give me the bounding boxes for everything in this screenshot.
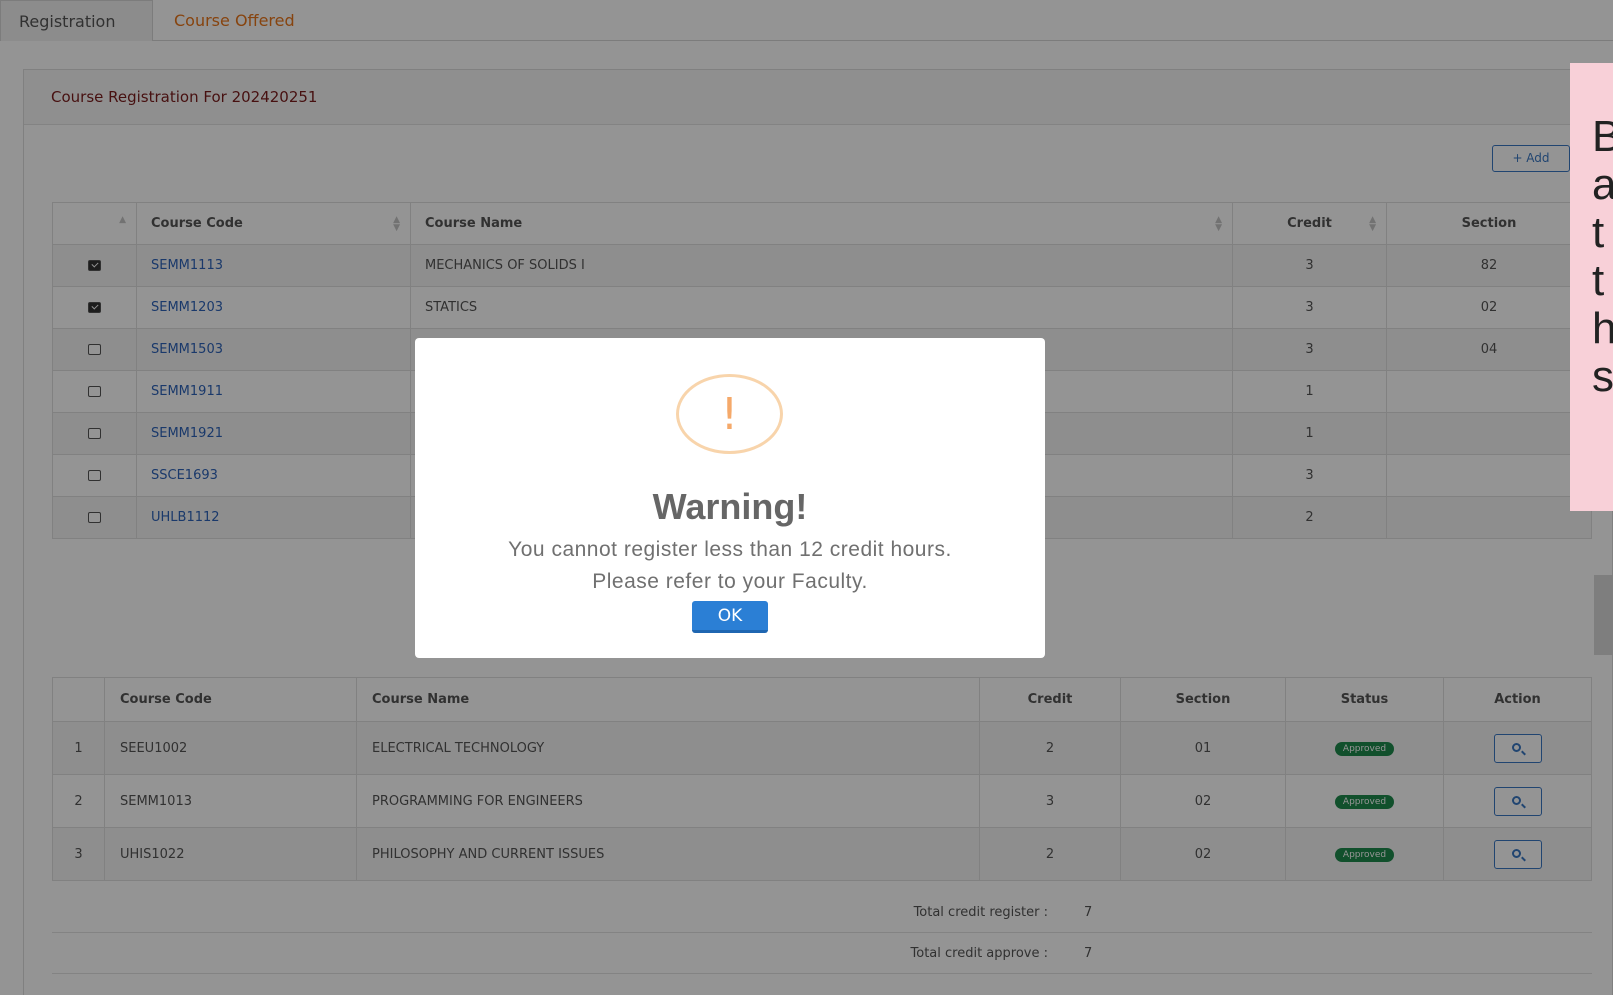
ok-button[interactable]: OK [692, 601, 768, 633]
warning-dialog: ! Warning! You cannot register less than… [415, 338, 1045, 658]
dialog-title: Warning! [652, 486, 808, 527]
warning-icon: ! [676, 374, 783, 454]
dialog-message-line: You cannot register less than 12 credit … [508, 538, 952, 561]
dialog-message-line: Please refer to your Faculty. [592, 570, 868, 593]
dialog-message: You cannot register less than 12 credit … [415, 534, 1045, 598]
annotation-note: B a t t h s [1570, 63, 1613, 511]
annotation-text: B a t t h s [1592, 112, 1613, 401]
